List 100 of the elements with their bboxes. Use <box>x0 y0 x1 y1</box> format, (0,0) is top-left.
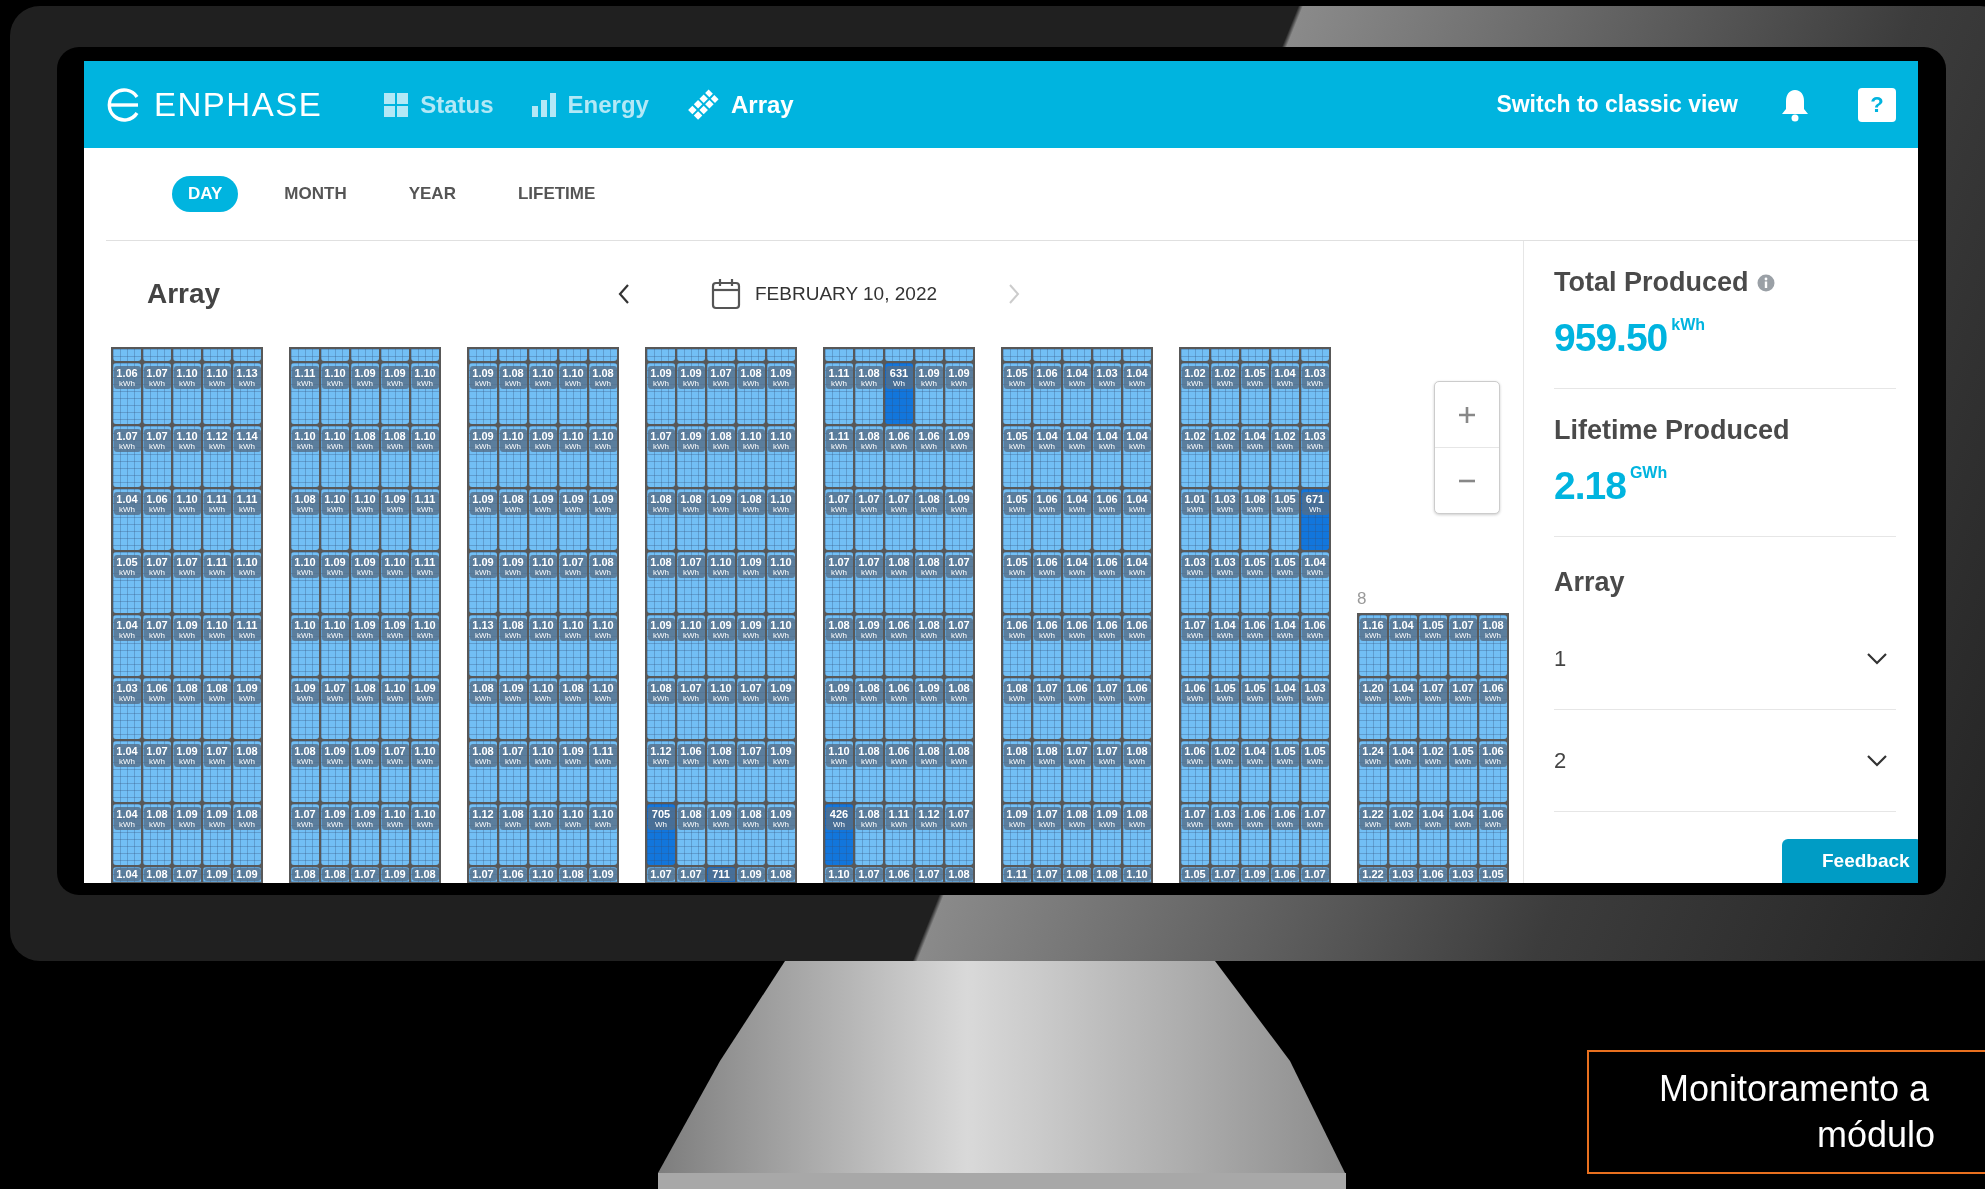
solar-panel[interactable]: 1.10 kWh <box>411 426 439 487</box>
solar-panel[interactable]: 1.05 kWh <box>1241 363 1269 424</box>
solar-panel[interactable]: 1.13 kWh <box>469 615 497 676</box>
solar-panel[interactable]: 1.10 kWh <box>589 804 617 865</box>
solar-panel[interactable]: 1.03 kWh <box>1301 363 1329 424</box>
solar-panel[interactable]: 1.08 kWh <box>381 426 409 487</box>
solar-panel[interactable]: 1.09 kWh <box>381 363 409 424</box>
solar-panel[interactable]: 1.10 kWh <box>529 552 557 613</box>
solar-panel[interactable]: 1.04 kWh <box>1271 678 1299 739</box>
solar-panel[interactable]: 1.11 kWh <box>411 552 439 613</box>
solar-panel[interactable]: 1.08 kWh <box>737 804 765 865</box>
solar-panel[interactable]: 1.04 kWh <box>1211 615 1239 676</box>
solar-panel[interactable]: 1.08 kWh <box>915 489 943 550</box>
solar-panel[interactable]: 1.10 kWh <box>529 363 557 424</box>
solar-panel[interactable]: 1.04 kWh <box>1063 552 1091 613</box>
solar-panel[interactable]: 1.08 kWh <box>855 741 883 802</box>
solar-panel[interactable]: 1.09 kWh <box>351 804 379 865</box>
solar-panel[interactable]: 1.06 kWh <box>677 741 705 802</box>
solar-panel[interactable]: 1.07 kWh <box>1033 678 1061 739</box>
solar-panel[interactable]: 1.03 kWh <box>1211 489 1239 550</box>
solar-panel[interactable]: 1.09 kWh <box>707 804 735 865</box>
solar-panel[interactable]: 1.13 kWh <box>233 363 261 424</box>
solar-panel[interactable]: 1.08 kWh <box>647 489 675 550</box>
solar-panel[interactable]: 1.09 kWh <box>767 678 795 739</box>
solar-panel[interactable]: 1.08 kWh <box>1003 678 1031 739</box>
solar-panel[interactable]: 1.07 kWh <box>321 678 349 739</box>
array-list-item[interactable]: 1 <box>1554 608 1896 710</box>
solar-panel[interactable]: 1.08 kWh <box>737 489 765 550</box>
solar-panel[interactable]: 1.08 kWh <box>945 741 973 802</box>
solar-panel[interactable]: 1.02 kWh <box>1211 426 1239 487</box>
solar-panel[interactable]: 1.09 kWh <box>381 615 409 676</box>
solar-panel[interactable]: 1.04 kWh <box>1389 615 1417 676</box>
solar-panel[interactable]: 1.09 kWh <box>825 678 853 739</box>
solar-panel[interactable]: 1.09 kWh <box>499 552 527 613</box>
solar-panel[interactable]: 1.08 kWh <box>499 363 527 424</box>
solar-panel[interactable]: 1.07 kWh <box>143 552 171 613</box>
solar-panel[interactable]: 1.11 kWh <box>825 426 853 487</box>
solar-panel[interactable]: 1.09 kWh <box>707 489 735 550</box>
solar-panel[interactable]: 1.08 kWh <box>707 426 735 487</box>
solar-panel[interactable]: 1.05 kWh <box>1271 552 1299 613</box>
solar-panel[interactable]: 1.10 kWh <box>411 615 439 676</box>
solar-panel[interactable]: 1.02 kWh <box>1389 804 1417 865</box>
solar-panel[interactable]: 1.05 kWh <box>1271 489 1299 550</box>
solar-panel[interactable]: 1.05 kWh <box>113 552 141 613</box>
solar-panel[interactable]: 1.10 kWh <box>499 426 527 487</box>
solar-panel[interactable]: 1.02 kWh <box>1211 363 1239 424</box>
solar-panel[interactable]: 1.07 kWh <box>945 804 973 865</box>
solar-panel[interactable]: 1.08 kWh <box>825 615 853 676</box>
solar-panel[interactable]: 1.11 kWh <box>203 489 231 550</box>
solar-panel[interactable]: 1.06 kWh <box>1181 741 1209 802</box>
solar-panel[interactable]: 1.16 kWh <box>1359 615 1387 676</box>
solar-panel[interactable]: 1.09 kWh <box>351 552 379 613</box>
solar-panel[interactable]: 1.12 kWh <box>469 804 497 865</box>
chevron-right-icon[interactable] <box>1007 283 1021 305</box>
solar-panel[interactable]: 1.04 kWh <box>1063 426 1091 487</box>
solar-panel[interactable]: 711 <box>707 867 735 882</box>
solar-panel[interactable]: 1.08 kWh <box>855 426 883 487</box>
solar-panel[interactable]: 1.06 kWh <box>1033 615 1061 676</box>
solar-panel[interactable]: 1.10 kWh <box>589 426 617 487</box>
solar-panel[interactable]: 1.04 kWh <box>1123 552 1151 613</box>
solar-panel[interactable]: 1.11 kWh <box>291 363 319 424</box>
solar-panel[interactable]: 1.08 kWh <box>203 678 231 739</box>
solar-panel[interactable]: 1.08 kWh <box>469 741 497 802</box>
solar-panel[interactable]: 631 Wh <box>885 363 913 424</box>
solar-panel[interactable]: 1.09 kWh <box>291 678 319 739</box>
solar-panel[interactable]: 1.09 kWh <box>469 426 497 487</box>
solar-panel[interactable]: 1.04 kWh <box>1063 363 1091 424</box>
solar-panel[interactable]: 1.08 kWh <box>469 678 497 739</box>
solar-panel[interactable]: 1.09 kWh <box>945 363 973 424</box>
solar-panel[interactable]: 1.07 kWh <box>559 552 587 613</box>
solar-panel[interactable]: 1.06 kWh <box>885 678 913 739</box>
solar-panel[interactable]: 1.10 kWh <box>589 678 617 739</box>
solar-panel[interactable]: 1.04 kWh <box>1301 552 1329 613</box>
solar-panel[interactable]: 1.08 kWh <box>1033 741 1061 802</box>
solar-panel[interactable]: 1.22 kWh <box>1359 804 1387 865</box>
solar-panel[interactable]: 1.08 kWh <box>707 741 735 802</box>
solar-panel[interactable]: 1.08 kWh <box>559 678 587 739</box>
solar-panel[interactable]: 1.09 kWh <box>737 615 765 676</box>
solar-panel[interactable]: 1.10 kWh <box>321 615 349 676</box>
solar-panel[interactable]: 1.07 kWh <box>291 804 319 865</box>
solar-panel[interactable]: 1.08 kWh <box>233 741 261 802</box>
solar-panel[interactable]: 1.11 kWh <box>885 804 913 865</box>
solar-panel[interactable]: 1.08 kWh <box>351 678 379 739</box>
solar-panel[interactable]: 1.10 kWh <box>411 741 439 802</box>
solar-panel[interactable]: 1.09 kWh <box>411 678 439 739</box>
solar-panel[interactable]: 1.07 kWh <box>113 426 141 487</box>
solar-panel[interactable]: 1.06 kWh <box>143 489 171 550</box>
solar-panel[interactable]: 1.06 kWh <box>143 678 171 739</box>
solar-panel[interactable]: 1.07 kWh <box>1093 741 1121 802</box>
solar-panel[interactable]: 1.07 kWh <box>737 678 765 739</box>
solar-panel[interactable]: 1.07 kWh <box>143 741 171 802</box>
solar-panel[interactable]: 1.04 kWh <box>1271 615 1299 676</box>
solar-panel[interactable]: 1.10 kWh <box>291 426 319 487</box>
solar-panel[interactable]: 1.07 kWh <box>945 615 973 676</box>
solar-panel[interactable]: 1.06 kWh <box>1063 678 1091 739</box>
solar-panel[interactable]: 1.10 kWh <box>291 615 319 676</box>
solar-panel[interactable]: 1.10 kWh <box>173 489 201 550</box>
solar-panel[interactable]: 1.06 kWh <box>915 426 943 487</box>
solar-panel[interactable]: 1.09 kWh <box>321 741 349 802</box>
solar-panel[interactable]: 1.07 kWh <box>677 552 705 613</box>
